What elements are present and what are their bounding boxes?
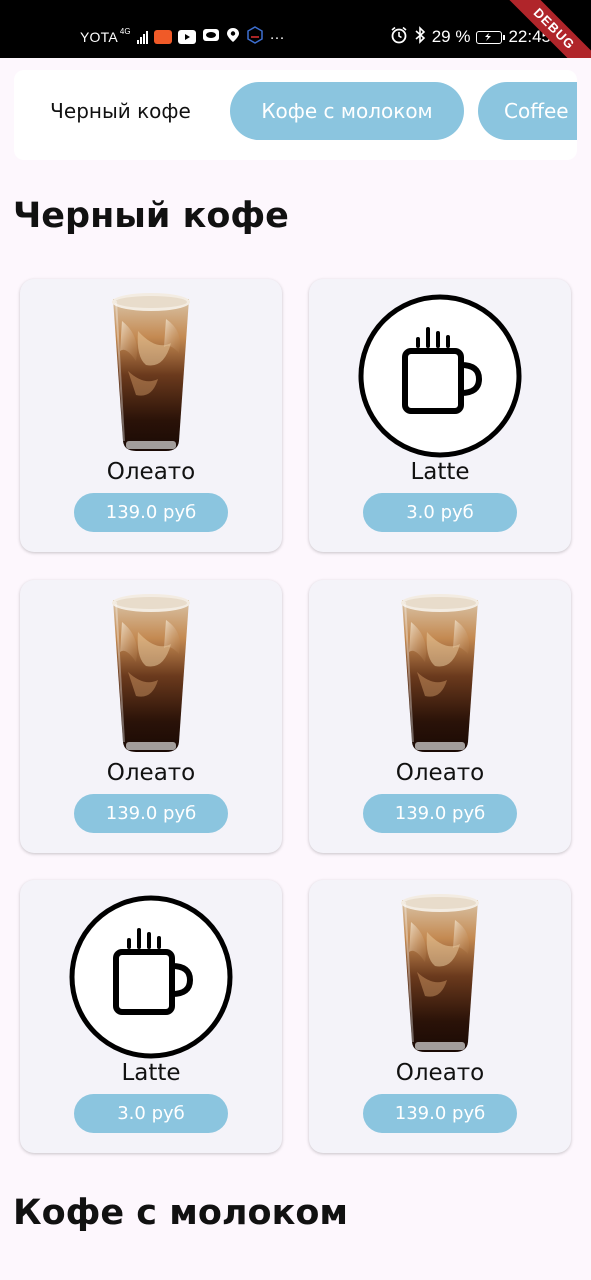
signal-icon — [136, 30, 148, 44]
iced-coffee-image — [66, 291, 236, 461]
more-notifications-icon: ··· — [269, 28, 285, 46]
price-badge: 3.0 руб — [363, 493, 517, 532]
tab-coffee[interactable]: Coffee — [478, 82, 577, 140]
gosuslugi-icon — [246, 26, 264, 48]
product-name: Олеато — [395, 760, 485, 786]
status-bar: YOTA 4G ··· 29 % 22:45 DEBUG — [0, 0, 591, 58]
tab-black-coffee[interactable]: Черный кофе — [18, 82, 223, 140]
price-badge: 3.0 руб — [74, 1094, 228, 1133]
status-bar-right: 29 % 22:45 — [390, 25, 551, 49]
iced-coffee-image — [355, 592, 525, 762]
youtube-icon — [177, 30, 196, 44]
product-card[interactable]: Олеато 139.0 руб — [20, 580, 282, 853]
product-name: Latte — [121, 1060, 181, 1086]
status-bar-left: YOTA 4G ··· — [80, 26, 285, 48]
location-icon — [226, 27, 240, 47]
product-name: Олеато — [106, 459, 196, 485]
app-ring-icon — [202, 28, 220, 46]
product-name: Олеато — [106, 760, 196, 786]
bluetooth-icon — [414, 25, 426, 49]
product-name: Олеато — [395, 1060, 485, 1086]
coffee-mug-icon — [66, 892, 236, 1062]
price-badge: 139.0 руб — [74, 493, 228, 532]
price-badge: 139.0 руб — [74, 794, 228, 833]
notification-app-icon — [153, 30, 172, 44]
battery-icon — [476, 30, 506, 44]
iced-coffee-image — [355, 892, 525, 1062]
price-badge: 139.0 руб — [363, 1094, 517, 1133]
section-title-coffee-with-milk: Кофе с молоком — [13, 1193, 348, 1233]
product-card[interactable]: Олеато 139.0 руб — [20, 279, 282, 552]
section-title-black-coffee: Черный кофе — [13, 196, 289, 236]
alarm-icon — [390, 26, 408, 49]
battery-percent: 29 % — [431, 27, 471, 46]
product-card[interactable]: Latte 3.0 руб — [20, 880, 282, 1153]
product-name: Latte — [410, 459, 470, 485]
coffee-mug-icon — [355, 291, 525, 461]
product-card[interactable]: Latte 3.0 руб — [309, 279, 571, 552]
iced-coffee-image — [66, 592, 236, 762]
price-badge: 139.0 руб — [363, 794, 517, 833]
product-card[interactable]: Олеато 139.0 руб — [309, 580, 571, 853]
network-type-label: 4G — [119, 26, 131, 36]
carrier-label: YOTA — [80, 29, 118, 45]
product-card[interactable]: Олеато 139.0 руб — [309, 880, 571, 1153]
category-tabs: Черный кофе Кофе с молоком Coffee — [14, 70, 577, 160]
tab-coffee-with-milk[interactable]: Кофе с молоком — [230, 82, 464, 140]
